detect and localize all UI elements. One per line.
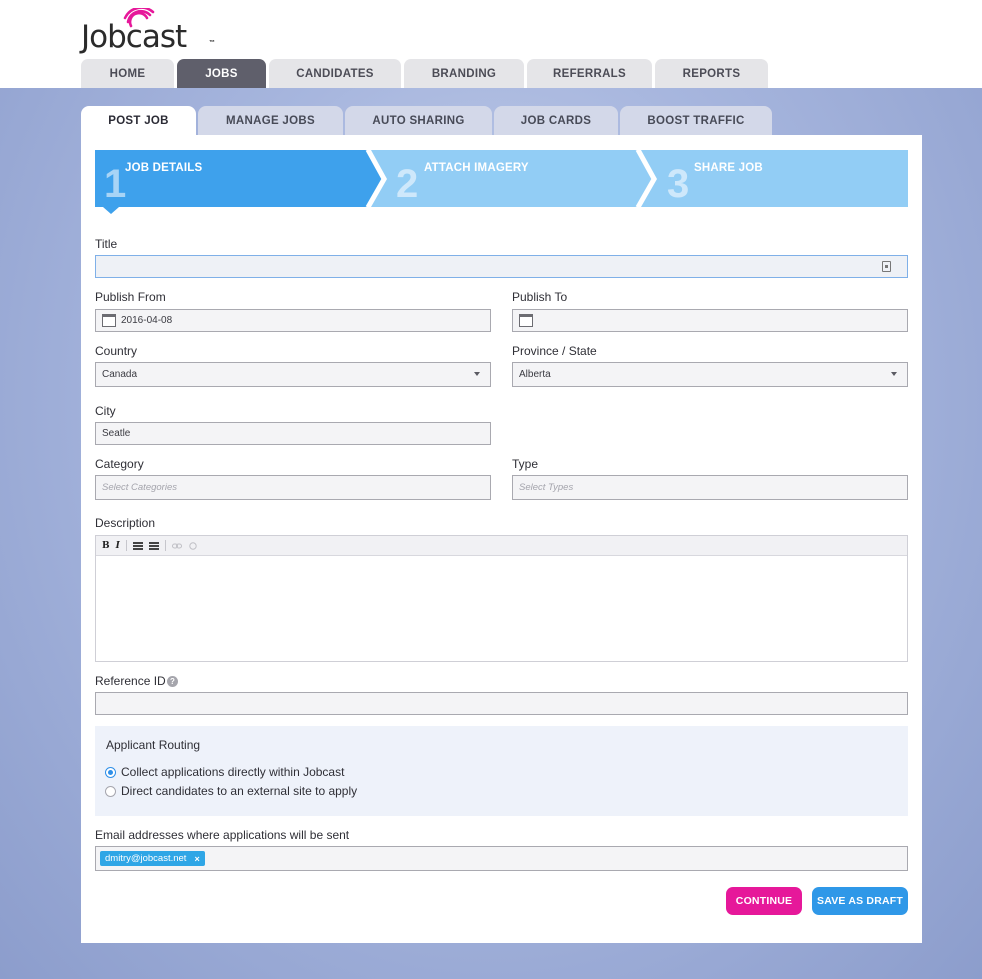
publish-from-label: Publish From — [95, 290, 166, 304]
chevron-down-icon — [891, 372, 897, 376]
wizard-step-2-number: 2 — [396, 162, 419, 206]
calendar-icon[interactable] — [102, 314, 116, 327]
title-label: Title — [95, 237, 118, 251]
routing-option-external[interactable]: Direct candidates to an external site to… — [105, 784, 357, 798]
continue-button[interactable]: CONTINUE — [726, 887, 802, 915]
chevron-down-icon — [474, 372, 480, 376]
help-icon[interactable]: ? — [167, 676, 178, 687]
wizard-steps: 1 JOB DETAILS 2 ATTACH IMAGERY 3 SHARE J… — [95, 150, 908, 214]
routing-option-label: Collect applications directly within Job… — [121, 765, 345, 779]
emails-label: Email addresses where applications will … — [95, 828, 350, 842]
editor-toolbar: B I — [96, 536, 907, 556]
calendar-icon[interactable] — [519, 314, 533, 327]
tab-boost-traffic[interactable]: BOOST TRAFFIC — [620, 106, 772, 136]
province-value: Alberta — [519, 369, 551, 380]
emails-input[interactable]: dmitry@jobcast.net × — [95, 846, 908, 871]
bold-button[interactable]: B — [102, 541, 110, 551]
tab-branding[interactable]: BRANDING — [404, 59, 524, 88]
country-value: Canada — [102, 369, 138, 380]
reference-id-label: Reference ID — [95, 674, 166, 688]
category-select[interactable]: Select Categories — [95, 475, 491, 500]
city-input[interactable]: Seatle — [95, 422, 491, 445]
radio-selected[interactable] — [105, 766, 116, 778]
reference-id-input[interactable] — [95, 692, 908, 715]
applicant-routing-section: Applicant Routing Collect applications d… — [95, 726, 908, 816]
category-label: Category — [95, 457, 144, 471]
routing-option-jobcast[interactable]: Collect applications directly within Job… — [105, 765, 344, 779]
wizard-step-3-number: 3 — [667, 162, 690, 206]
type-placeholder: Select Types — [519, 482, 574, 493]
province-label: Province / State — [512, 344, 597, 358]
publish-from-value: 2016-04-08 — [121, 315, 173, 326]
publish-from-input[interactable]: 2016-04-08 — [95, 309, 491, 332]
jobcast-logo[interactable]: Jobcast ™ — [81, 8, 231, 55]
applicant-routing-title: Applicant Routing — [106, 738, 201, 752]
tab-candidates[interactable]: CANDIDATES — [269, 59, 401, 88]
link-icon[interactable] — [171, 542, 182, 550]
wizard-step-1-label[interactable]: JOB DETAILS — [125, 162, 202, 174]
publish-to-input[interactable] — [512, 309, 908, 332]
tab-referrals[interactable]: REFERRALS — [527, 59, 652, 88]
save-as-draft-button[interactable]: SAVE AS DRAFT — [812, 887, 908, 915]
toolbar-divider — [125, 540, 127, 551]
wizard-arrows — [95, 150, 908, 214]
description-label: Description — [95, 516, 156, 530]
tab-home[interactable]: HOME — [81, 59, 174, 88]
description-editor[interactable]: B I — [95, 535, 908, 662]
toolbar-divider — [164, 540, 166, 551]
logo-trademark: ™ — [209, 40, 215, 46]
tab-manage-jobs[interactable]: MANAGE JOBS — [198, 106, 343, 136]
type-select[interactable]: Select Types — [512, 475, 908, 500]
wizard-step-2-label[interactable]: ATTACH IMAGERY — [424, 162, 529, 174]
city-label: City — [95, 404, 116, 418]
province-select[interactable]: Alberta — [512, 362, 908, 387]
country-label: Country — [95, 344, 138, 358]
wizard-step-1-number: 1 — [104, 162, 127, 206]
jobs-sub-tabs: POST JOB MANAGE JOBS AUTO SHARING JOB CA… — [81, 106, 774, 136]
tab-post-job[interactable]: POST JOB — [81, 106, 196, 136]
email-tag: dmitry@jobcast.net × — [100, 851, 205, 866]
title-input[interactable] — [95, 255, 908, 278]
tab-reports[interactable]: REPORTS — [655, 59, 768, 88]
wizard-step-3-label[interactable]: SHARE JOB — [694, 162, 763, 174]
city-value: Seatle — [102, 428, 131, 439]
radio-unselected[interactable] — [105, 785, 116, 797]
tab-auto-sharing[interactable]: AUTO SHARING — [345, 106, 492, 136]
keyboard-icon — [882, 261, 891, 272]
wizard-step-1-shape — [95, 150, 383, 214]
italic-button[interactable]: I — [116, 541, 120, 551]
numbered-list-icon[interactable] — [148, 541, 159, 550]
tab-jobs[interactable]: JOBS — [177, 59, 266, 88]
logo-wordmark: Jobcast — [81, 19, 187, 55]
routing-option-label: Direct candidates to an external site to… — [121, 784, 358, 798]
bullet-list-icon[interactable] — [132, 541, 143, 550]
unlink-icon[interactable] — [188, 541, 198, 550]
publish-to-label: Publish To — [512, 290, 568, 304]
tab-job-cards[interactable]: JOB CARDS — [494, 106, 618, 136]
category-placeholder: Select Categories — [102, 482, 177, 493]
email-tag-value: dmitry@jobcast.net — [105, 853, 187, 864]
remove-tag-icon[interactable]: × — [194, 854, 199, 864]
type-label: Type — [512, 457, 539, 471]
country-select[interactable]: Canada — [95, 362, 491, 387]
main-nav-tabs: HOME JOBS CANDIDATES BRANDING REFERRALS … — [81, 59, 771, 88]
